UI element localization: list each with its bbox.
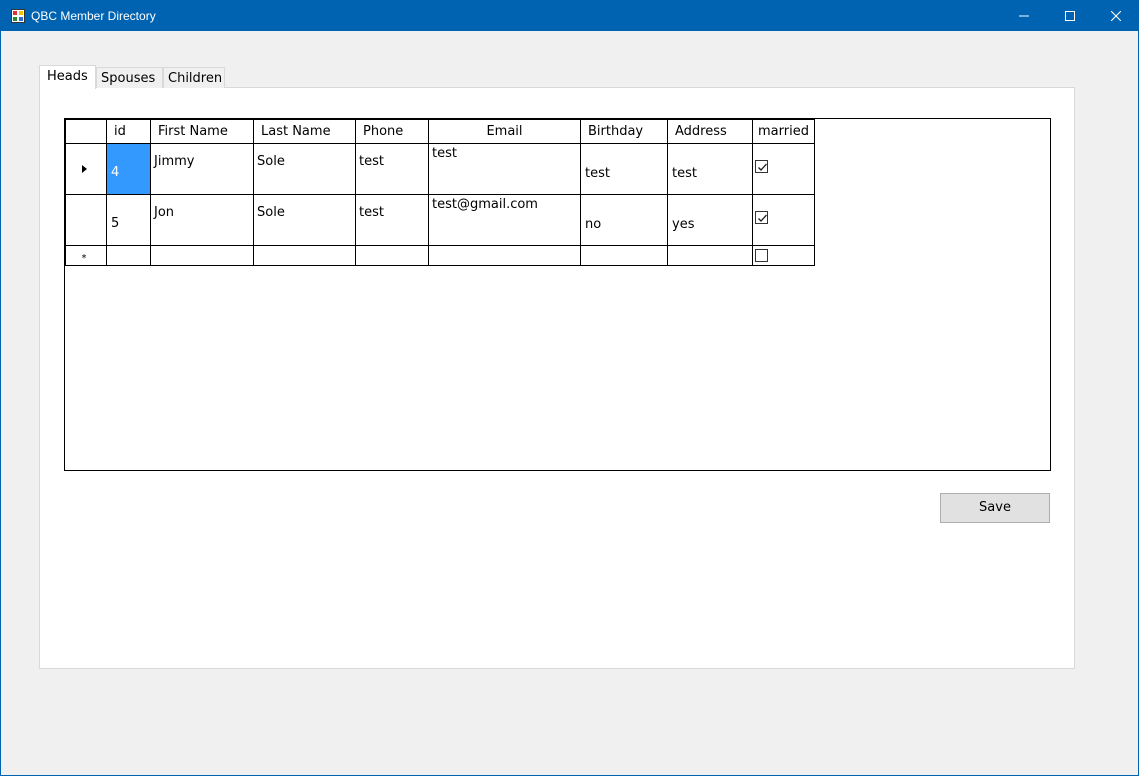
cell-email[interactable]: test@gmail.com xyxy=(428,194,581,246)
maximize-icon xyxy=(1065,11,1075,21)
new-cell-email[interactable] xyxy=(428,245,581,266)
new-cell-first-name[interactable] xyxy=(150,245,254,266)
close-button[interactable] xyxy=(1093,1,1139,31)
grid-header-row: id First Name Last Name Phone Email Birt… xyxy=(65,119,815,144)
current-row-arrow-icon xyxy=(81,164,87,173)
column-header-phone[interactable]: Phone xyxy=(355,119,429,144)
table-row: 5 Jon Sole test test@gmail.com no yes xyxy=(65,194,815,246)
new-cell-married[interactable] xyxy=(752,245,815,266)
grid-corner-header[interactable] xyxy=(65,119,107,144)
cell-birthday[interactable]: no xyxy=(580,194,668,246)
column-header-first-name[interactable]: First Name xyxy=(150,119,254,144)
married-checkbox-empty[interactable] xyxy=(755,249,768,262)
checkmark-icon xyxy=(758,214,767,222)
maximize-button[interactable] xyxy=(1047,1,1093,31)
cell-phone[interactable]: test xyxy=(355,143,429,195)
column-header-email[interactable]: Email xyxy=(428,119,581,144)
cell-last-name[interactable]: Sole xyxy=(253,143,356,195)
row-header[interactable] xyxy=(65,194,107,246)
checkmark-icon xyxy=(758,163,767,171)
tab-heads[interactable]: Heads xyxy=(39,65,96,89)
column-header-married[interactable]: married xyxy=(752,119,815,144)
title-bar[interactable]: QBC Member Directory xyxy=(1,1,1138,31)
table-row: 4 Jimmy Sole test test test test xyxy=(65,143,815,195)
new-cell-phone[interactable] xyxy=(355,245,429,266)
grid-table: id First Name Last Name Phone Email Birt… xyxy=(65,119,815,266)
minimize-icon xyxy=(1019,15,1029,17)
cell-id[interactable]: 5 xyxy=(106,194,151,246)
tab-spouses[interactable]: Spouses xyxy=(96,67,163,88)
new-cell-birthday[interactable] xyxy=(580,245,668,266)
main-window: QBC Member Directory Heads Spouses Child… xyxy=(0,0,1139,776)
app-icon xyxy=(11,9,25,23)
cell-birthday[interactable]: test xyxy=(580,143,668,195)
new-row-header[interactable]: * xyxy=(65,245,107,266)
cell-married[interactable] xyxy=(752,143,815,195)
minimize-button[interactable] xyxy=(1001,1,1047,31)
cell-first-name[interactable]: Jimmy xyxy=(150,143,254,195)
column-header-id[interactable]: id xyxy=(106,119,151,144)
cell-address[interactable]: yes xyxy=(667,194,753,246)
window-title: QBC Member Directory xyxy=(31,9,156,23)
row-header[interactable] xyxy=(65,143,107,195)
column-header-birthday[interactable]: Birthday xyxy=(580,119,668,144)
new-row-star-icon: * xyxy=(81,253,87,264)
cell-phone[interactable]: test xyxy=(355,194,429,246)
column-header-address[interactable]: Address xyxy=(667,119,753,144)
cell-email[interactable]: test xyxy=(428,143,581,195)
new-cell-id[interactable] xyxy=(106,245,151,266)
cell-married[interactable] xyxy=(752,194,815,246)
married-checkbox[interactable] xyxy=(755,210,768,224)
heads-data-grid[interactable]: id First Name Last Name Phone Email Birt… xyxy=(64,118,1051,471)
tab-children[interactable]: Children xyxy=(163,67,225,88)
cell-first-name[interactable]: Jon xyxy=(150,194,254,246)
cell-last-name[interactable]: Sole xyxy=(253,194,356,246)
column-header-last-name[interactable]: Last Name xyxy=(253,119,356,144)
close-icon xyxy=(1111,11,1121,21)
cell-id[interactable]: 4 xyxy=(106,143,151,195)
new-cell-last-name[interactable] xyxy=(253,245,356,266)
married-checkbox[interactable] xyxy=(755,159,768,173)
cell-address[interactable]: test xyxy=(667,143,753,195)
new-cell-address[interactable] xyxy=(667,245,753,266)
save-button[interactable]: Save xyxy=(940,493,1050,523)
new-row: * xyxy=(65,245,815,266)
